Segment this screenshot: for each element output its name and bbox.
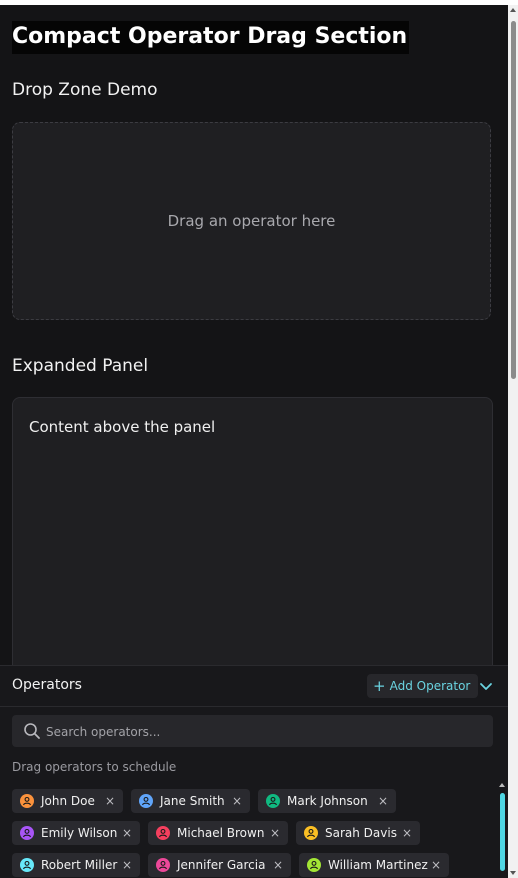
remove-operator-icon[interactable]: × <box>378 795 388 807</box>
operator-list-scrollbar[interactable] <box>497 783 508 878</box>
expanded-panel: Content above the panel <box>12 397 493 699</box>
remove-operator-icon[interactable]: × <box>122 859 132 871</box>
page-scrollbar[interactable] <box>508 5 518 878</box>
user-icon <box>139 794 153 808</box>
drag-hint: Drag operators to schedule <box>12 760 177 774</box>
operator-chip[interactable]: Jane Smith × <box>131 789 250 813</box>
user-icon <box>20 858 34 872</box>
operator-chip[interactable]: Michael Brown × <box>148 821 288 845</box>
operator-name: Robert Miller <box>41 858 118 872</box>
plus-icon: + <box>373 676 386 695</box>
user-icon <box>307 858 321 872</box>
operator-name: Jennifer Garcia <box>177 858 266 872</box>
user-icon <box>156 858 170 872</box>
add-operator-label: Add Operator <box>389 679 471 693</box>
operator-name: John Doe <box>41 794 95 808</box>
operator-chip[interactable]: Jennifer Garcia × <box>148 853 291 877</box>
app-viewport: Compact Operator Drag Section Drop Zone … <box>0 5 508 878</box>
search-operators-input[interactable] <box>44 715 488 749</box>
remove-operator-icon[interactable]: × <box>232 795 242 807</box>
remove-operator-icon[interactable]: × <box>270 827 280 839</box>
operator-chip-list: John Doe × Jane Smith × Mark Johnson × E… <box>12 783 496 878</box>
expanded-panel-heading: Expanded Panel <box>12 356 149 376</box>
scrollbar-thumb[interactable] <box>500 793 505 871</box>
search-icon <box>23 722 41 744</box>
operator-chip[interactable]: Emily Wilson × <box>12 821 140 845</box>
operator-name: William Martinez <box>328 858 428 872</box>
chevron-down-icon[interactable] <box>477 677 495 695</box>
operator-chip[interactable]: John Doe × <box>12 789 123 813</box>
operators-title: Operators <box>12 677 82 693</box>
remove-operator-icon[interactable]: × <box>431 859 441 871</box>
operator-name: Sarah Davis <box>325 826 397 840</box>
operator-name: Michael Brown <box>177 826 265 840</box>
user-icon <box>156 826 170 840</box>
remove-operator-icon[interactable]: × <box>105 795 115 807</box>
user-icon <box>266 794 280 808</box>
search-box <box>12 715 493 749</box>
remove-operator-icon[interactable]: × <box>122 827 132 839</box>
user-icon <box>304 826 318 840</box>
scroll-down-arrow-icon[interactable] <box>510 871 516 875</box>
panel-content-text: Content above the panel <box>29 418 216 436</box>
remove-operator-icon[interactable]: × <box>273 859 283 871</box>
drop-zone[interactable]: Drag an operator here <box>12 122 491 320</box>
drop-zone-heading: Drop Zone Demo <box>12 80 158 100</box>
operator-name: Mark Johnson <box>287 794 368 808</box>
scroll-up-arrow-icon[interactable] <box>510 8 516 12</box>
drop-zone-placeholder: Drag an operator here <box>167 212 336 230</box>
operator-chip[interactable]: Robert Miller × <box>12 853 140 877</box>
operator-chip[interactable]: Mark Johnson × <box>258 789 396 813</box>
operator-chip[interactable]: Sarah Davis × <box>296 821 420 845</box>
operators-panel: Operators + Add Operator Drag operators … <box>0 665 508 878</box>
page-title: Compact Operator Drag Section <box>12 21 410 54</box>
operators-panel-header: Operators + Add Operator <box>0 666 508 707</box>
operator-name: Emily Wilson <box>41 826 118 840</box>
remove-operator-icon[interactable]: × <box>402 827 412 839</box>
scroll-up-arrow-icon[interactable] <box>499 783 505 787</box>
user-icon <box>20 794 34 808</box>
page-scrollbar-thumb[interactable] <box>511 21 516 379</box>
user-icon <box>20 826 34 840</box>
add-operator-button[interactable]: + Add Operator <box>367 674 479 698</box>
operator-chip[interactable]: William Martinez × <box>299 853 449 877</box>
operator-name: Jane Smith <box>160 794 225 808</box>
